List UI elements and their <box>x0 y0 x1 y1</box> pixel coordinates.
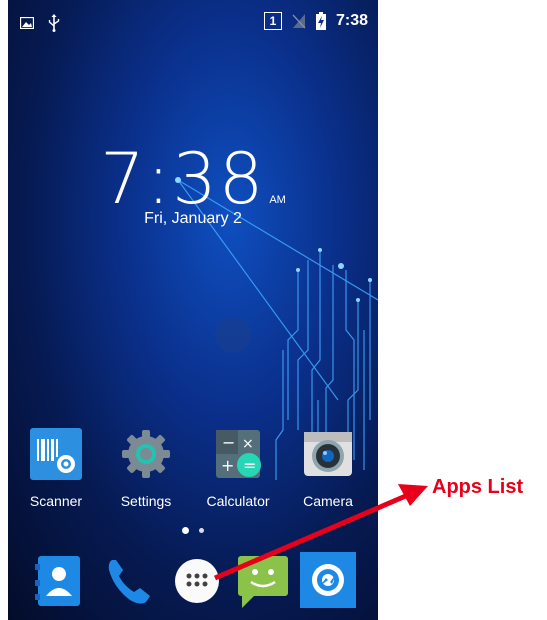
page-dot <box>199 528 204 533</box>
phone-screen: 1 7:38 7:38 AM Fri, January 2 Scanner Se… <box>8 0 378 620</box>
apps-list-annotation: Apps List <box>432 476 524 498</box>
page-dot-active <box>182 527 189 534</box>
page-indicator <box>8 527 378 534</box>
app-label: Settings <box>120 493 172 509</box>
no-signal-icon <box>292 14 306 29</box>
clock-widget[interactable]: 7:38 AM <box>8 138 378 220</box>
clock-ampm: AM <box>269 194 286 206</box>
browser-icon <box>300 552 356 608</box>
app-label: Scanner <box>29 493 83 509</box>
svg-text:×: × <box>242 436 254 452</box>
contacts-icon <box>35 556 80 606</box>
dock-apps-list[interactable] <box>168 552 226 610</box>
svg-text:=: = <box>243 456 256 475</box>
dock-browser[interactable] <box>300 552 358 610</box>
app-camera[interactable]: Camera <box>288 428 368 509</box>
usb-icon <box>48 14 60 32</box>
clock-time: 7:38 <box>100 138 266 220</box>
scanner-icon <box>30 428 82 480</box>
messaging-icon <box>238 556 288 608</box>
battery-charging-icon <box>315 12 326 30</box>
svg-text:+: + <box>221 456 234 475</box>
phone-icon <box>108 560 150 604</box>
image-icon <box>20 17 34 29</box>
app-calculator[interactable]: − × + = Calculator <box>198 428 278 509</box>
settings-gear-icon <box>122 430 170 478</box>
camera-icon <box>304 432 352 476</box>
calculator-icon: − × + = <box>216 430 261 478</box>
status-time: 7:38 <box>335 12 368 29</box>
svg-text:−: − <box>222 433 235 452</box>
app-label: Calculator <box>206 493 270 509</box>
app-settings[interactable]: Settings <box>106 428 186 509</box>
apps-list-icon <box>175 559 219 603</box>
status-bar: 1 7:38 <box>8 0 378 44</box>
clock-date: Fri, January 2 <box>144 210 242 227</box>
sim-icon: 1 <box>263 12 282 30</box>
dock-phone[interactable] <box>100 552 158 610</box>
dock-messaging[interactable] <box>234 552 292 610</box>
app-scanner[interactable]: Scanner <box>16 428 96 509</box>
dock-contacts[interactable] <box>30 552 88 610</box>
app-label: Camera <box>303 493 353 509</box>
